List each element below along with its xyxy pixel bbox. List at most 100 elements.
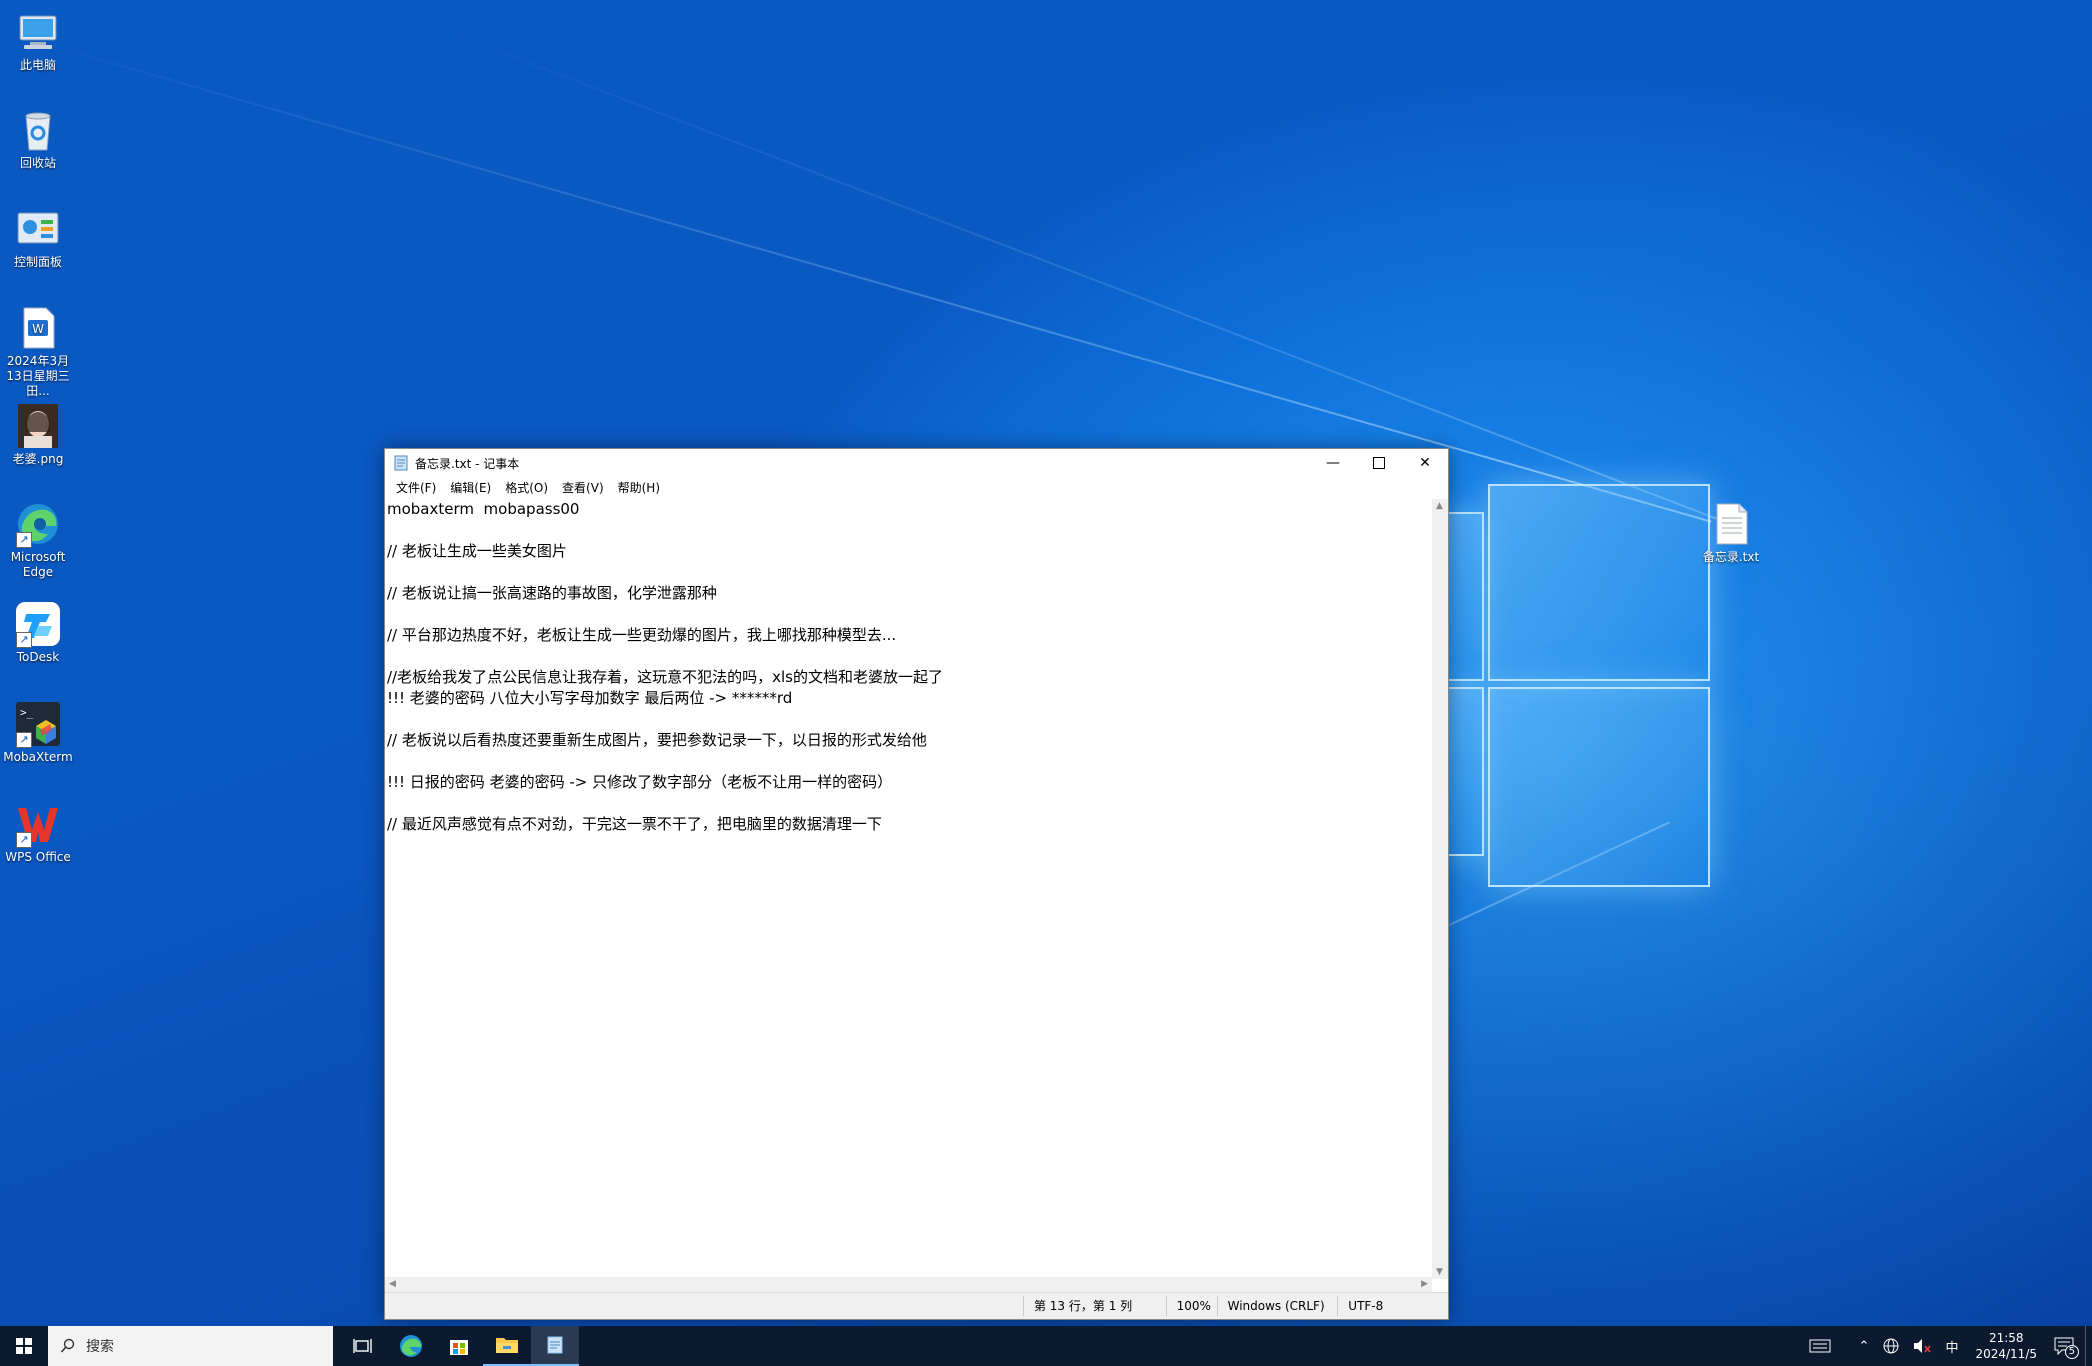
text-line: mobaxterm mobapass00 [387, 500, 580, 518]
scroll-right-icon[interactable]: ▶ [1421, 1279, 1428, 1289]
computer-icon [14, 8, 62, 56]
taskbar: 搜索 ⌃ 中 21:58 2024/11/5 5 [0, 1326, 2092, 1366]
desktop-icon-label: WPS Office [5, 850, 71, 864]
network-globe-icon [1883, 1338, 1899, 1354]
desktop-icon-control-panel[interactable]: 控制面板 [0, 205, 76, 270]
desktop-icon-recycle-bin[interactable]: 回收站 [0, 106, 76, 171]
desktop-icon-label: 控制面板 [13, 255, 62, 269]
desktop-icon-memo-txt[interactable]: 备忘录.txt [1693, 500, 1769, 565]
text-line: // 最近风声感觉有点不对劲，干完这一票不干了，把电脑里的数据清理一下 [387, 815, 882, 833]
notification-center-button[interactable]: 5 [2047, 1337, 2081, 1359]
desktop-icon-label: 回收站 [19, 156, 56, 170]
text-line [387, 646, 1427, 667]
text-line [387, 562, 1427, 583]
clock-date: 2024/11/5 [1975, 1347, 2037, 1361]
text-file-icon [1707, 500, 1755, 548]
horizontal-scrollbar[interactable]: ◀ ▶ [385, 1277, 1432, 1293]
shortcut-arrow-icon: ↗ [16, 632, 32, 648]
desktop-icon-label: 老婆.png [12, 452, 64, 466]
chevron-up-icon: ⌃ [1858, 1338, 1870, 1354]
notepad-window[interactable]: 备忘录.txt - 记事本 — ✕ 文件(F) 编辑(E) 格式(O) 查看(V… [384, 448, 1449, 1320]
desktop-icon-todesk[interactable]: ↗ ToDesk [0, 600, 76, 665]
clock[interactable]: 21:58 2024/11/5 [1965, 1330, 2047, 1362]
show-desktop-button[interactable] [2085, 1326, 2092, 1366]
close-icon: ✕ [1419, 455, 1431, 471]
text-line: !!! 日报的密码 老婆的密码 -> 只修改了数字部分（老板不让用一样的密码） [387, 773, 893, 791]
wallpaper-logo-pane [1488, 484, 1710, 681]
menu-view[interactable]: 查看(V) [555, 479, 611, 496]
notepad-icon [547, 1336, 563, 1354]
text-line: // 老板让生成一些美女图片 [387, 542, 567, 560]
menu-bar: 文件(F) 编辑(E) 格式(O) 查看(V) 帮助(H) [385, 477, 1448, 497]
volume-muted-icon [1914, 1339, 1932, 1353]
desktop-icon-label: Microsoft Edge [10, 550, 66, 579]
taskbar-app-edge[interactable] [387, 1326, 435, 1366]
task-view-icon [353, 1339, 372, 1353]
word-document-icon: W [14, 304, 62, 352]
menu-format[interactable]: 格式(O) [498, 479, 555, 496]
scroll-down-icon[interactable]: ▼ [1436, 1267, 1443, 1277]
status-bar: 第 13 行，第 1 列 100% Windows (CRLF) UTF-8 [385, 1292, 1448, 1319]
todesk-icon: ↗ [14, 600, 62, 648]
windows-logo-icon [16, 1338, 32, 1354]
maximize-icon [1373, 457, 1385, 469]
desktop-icon-label: 此电脑 [19, 58, 56, 72]
status-line-ending: Windows (CRLF) [1216, 1296, 1338, 1316]
desktop-icon-edge[interactable]: ↗ Microsoft Edge [0, 500, 76, 580]
taskbar-app-store[interactable] [435, 1326, 483, 1366]
wps-office-icon: ↗ [14, 800, 62, 848]
menu-help[interactable]: 帮助(H) [611, 479, 667, 496]
status-encoding: UTF-8 [1337, 1296, 1448, 1316]
text-line: // 平台那边热度不好，老板让生成一些更劲爆的图片，我上哪找那种模型去... [387, 626, 897, 644]
desktop-icon-word-document[interactable]: W 2024年3月13日星期三 田... [0, 304, 76, 399]
desktop-icon-this-pc[interactable]: 此电脑 [0, 8, 76, 73]
text-line [387, 751, 1427, 772]
desktop-icon-label: ToDesk [16, 650, 60, 664]
text-editor-area[interactable]: mobaxterm mobapass00 // 老板让生成一些美女图片 // 老… [387, 499, 1427, 1279]
desktop-icon-image-file[interactable]: 老婆.png [0, 402, 76, 467]
desktop-icon-mobaxterm[interactable]: >_ ↗ MobaXterm [0, 700, 76, 765]
system-tray: ⌃ 中 21:58 2024/11/5 5 [1802, 1326, 2092, 1366]
vertical-scrollbar[interactable]: ▲ ▼ [1432, 499, 1448, 1279]
scroll-up-icon[interactable]: ▲ [1436, 501, 1443, 511]
minimize-button[interactable]: — [1310, 449, 1356, 477]
edge-icon [400, 1335, 422, 1357]
taskbar-search-box[interactable]: 搜索 [48, 1326, 333, 1366]
show-hidden-icons-button[interactable]: ⌃ [1852, 1339, 1877, 1354]
scroll-left-icon[interactable]: ◀ [389, 1279, 396, 1289]
volume-button[interactable] [1906, 1338, 1938, 1354]
task-view-button[interactable] [339, 1326, 387, 1366]
ime-indicator[interactable]: 中 [1938, 1337, 1965, 1356]
text-line [387, 793, 1427, 814]
input-indicator-button[interactable] [1802, 1339, 1838, 1353]
mobaxterm-icon: >_ ↗ [14, 700, 62, 748]
status-zoom: 100% [1165, 1296, 1217, 1316]
taskbar-app-file-explorer[interactable] [483, 1326, 531, 1366]
text-line: //老板给我发了点公民信息让我存着，这玩意不犯法的吗，xls的文档和老婆放一起了 [387, 668, 943, 686]
maximize-button[interactable] [1356, 449, 1402, 477]
recycle-bin-icon [14, 106, 62, 154]
start-button[interactable] [0, 1326, 48, 1366]
notepad-icon [393, 455, 409, 471]
image-file-icon [14, 402, 62, 450]
svg-text:W: W [32, 322, 44, 336]
title-bar[interactable]: 备忘录.txt - 记事本 — ✕ [385, 449, 1448, 477]
desktop-icon-label: 备忘录.txt [1702, 550, 1760, 564]
shortcut-arrow-icon: ↗ [16, 832, 32, 848]
text-line: // 老板说让搞一张高速路的事故图，化学泄露那种 [387, 584, 717, 602]
store-icon [450, 1340, 468, 1355]
clock-time: 21:58 [1988, 1331, 2024, 1345]
desktop-icon-wps-office[interactable]: ↗ WPS Office [0, 800, 76, 865]
window-title: 备忘录.txt - 记事本 [415, 456, 520, 471]
taskbar-app-notepad[interactable] [531, 1326, 579, 1366]
control-panel-icon [14, 205, 62, 253]
menu-edit[interactable]: 编辑(E) [443, 479, 498, 496]
edge-icon: ↗ [14, 500, 62, 548]
network-button[interactable] [1876, 1338, 1906, 1354]
text-line [387, 520, 1427, 541]
menu-file[interactable]: 文件(F) [389, 479, 443, 496]
close-button[interactable]: ✕ [1402, 449, 1448, 477]
svg-text:>_: >_ [20, 706, 34, 719]
shortcut-arrow-icon: ↗ [16, 532, 32, 548]
desktop-icon-label: MobaXterm [3, 750, 73, 764]
